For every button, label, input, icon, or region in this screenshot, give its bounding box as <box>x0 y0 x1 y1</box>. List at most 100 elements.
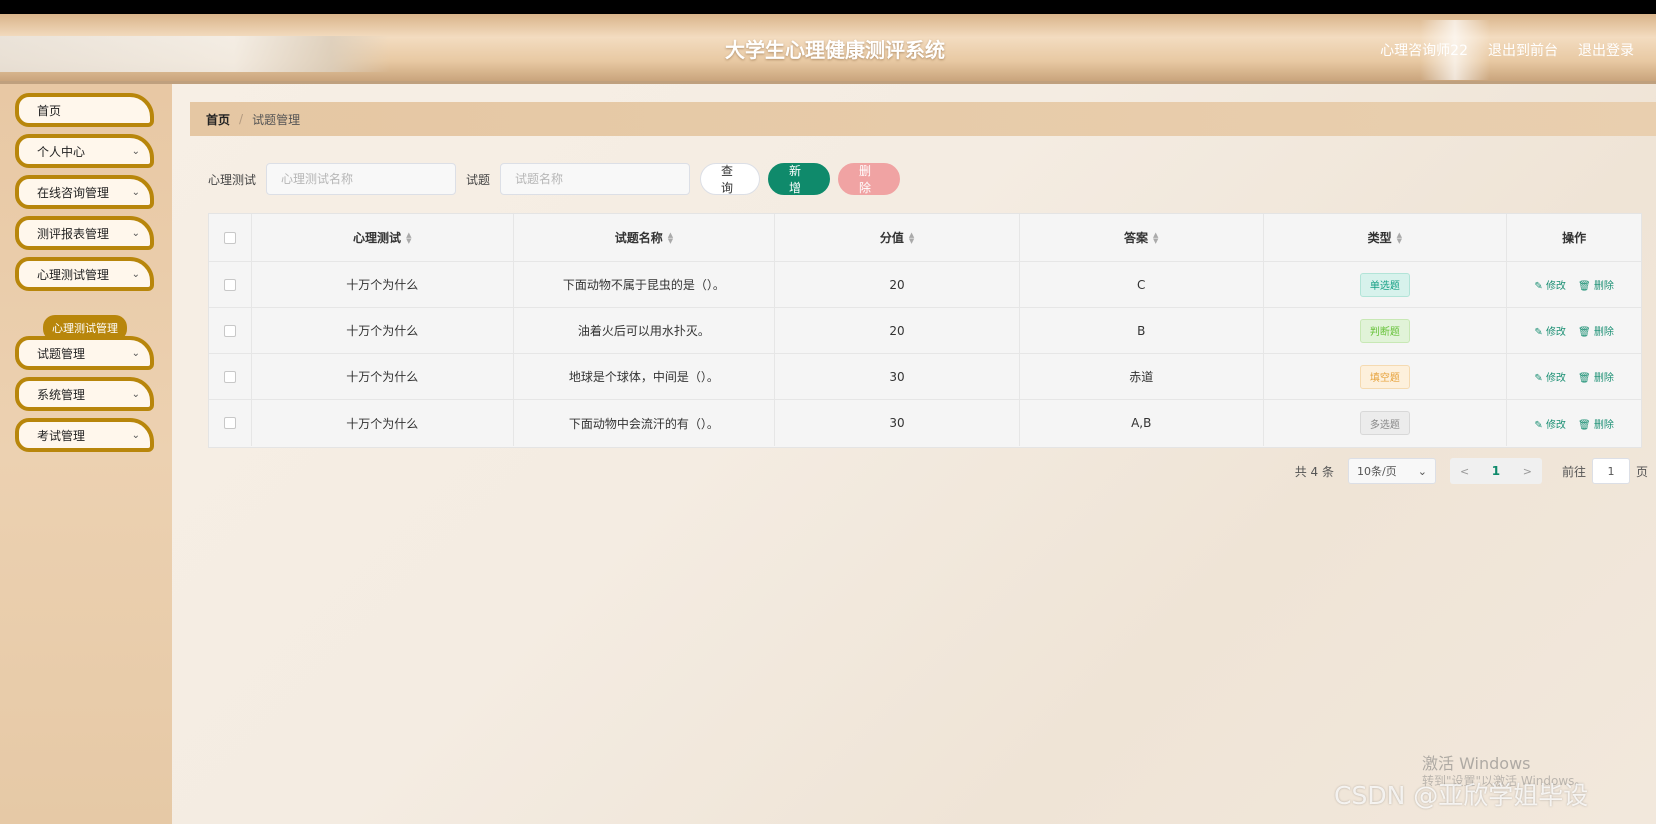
logout-link[interactable]: 退出登录 <box>1578 40 1634 60</box>
sort-icon[interactable]: ▲ ▼ <box>1153 231 1158 244</box>
edit-icon: ✎ <box>1534 327 1543 338</box>
goto-page-input[interactable]: 1 <box>1591 458 1630 484</box>
row-delete-button[interactable]: 🗑 删除 <box>1578 323 1614 338</box>
cell-question: 地球是个球体，中间是（）。 <box>514 354 776 399</box>
sidebar-item-exams[interactable]: 考试管理 ⌄ <box>15 418 154 452</box>
add-button[interactable]: 新增 <box>768 163 831 195</box>
main-content: 首页 / 试题管理 心理测试 试题 查询 新增 删除 心理测试▲▼ 试题名称▲▼… <box>172 84 1656 824</box>
query-button[interactable]: 查询 <box>700 163 761 195</box>
row-delete-button[interactable]: 🗑 删除 <box>1578 416 1614 431</box>
sidebar-item-home[interactable]: 首页 <box>15 93 154 127</box>
cell-test: 十万个为什么 <box>252 354 514 399</box>
row-delete-button[interactable]: 🗑 删除 <box>1578 277 1614 292</box>
column-header-test[interactable]: 心理测试 ▲ ▼ <box>252 214 514 261</box>
breadcrumb-current: 试题管理 <box>252 112 301 127</box>
window-top-bar <box>0 0 1656 14</box>
sidebar-item-profile[interactable]: 个人中心 ⌄ <box>15 134 154 168</box>
cell-score: 30 <box>775 400 1020 446</box>
chevron-down-icon: ⌄ <box>131 429 140 441</box>
sidebar-item-label: 测评报表管理 <box>37 226 110 241</box>
cell-answer: 赤道 <box>1020 354 1264 399</box>
cell-answer: C <box>1020 262 1264 307</box>
cell-question: 油着火后可以用水扑灭。 <box>514 308 776 353</box>
goto-label: 前往 <box>1561 464 1586 479</box>
row-delete-button[interactable]: 🗑 删除 <box>1578 369 1614 384</box>
select-all-checkbox[interactable] <box>223 231 236 244</box>
cell-test: 十万个为什么 <box>252 308 514 353</box>
sidebar-item-label: 系统管理 <box>37 387 86 402</box>
sidebar-item-label: 个人中心 <box>37 144 86 159</box>
next-page-icon[interactable]: > <box>1523 465 1532 478</box>
edit-icon: ✎ <box>1534 281 1543 292</box>
current-user: 心理咨询师22 <box>1380 43 1468 59</box>
sidebar-item-questions[interactable]: 试题管理 ⌄ <box>15 336 154 370</box>
column-header-type[interactable]: 类型 ▲ ▼ <box>1264 214 1508 261</box>
chevron-down-icon: ⌄ <box>131 388 140 400</box>
edit-button[interactable]: ✎ 修改 <box>1534 416 1566 431</box>
sidebar-item-psych-tests[interactable]: 心理测试管理 ⌄ <box>15 257 154 291</box>
chevron-down-icon: ⌄ <box>131 227 140 239</box>
pagination: 共 4 条 10条/页 ⌄ < 1 > 前往 1 页 <box>1295 458 1648 484</box>
sidebar-item-label: 心理测试管理 <box>37 267 110 282</box>
row-checkbox[interactable] <box>223 370 236 383</box>
app-header: 大学生心理健康测评系统 心理咨询师22 退出到前台 退出登录 <box>0 14 1656 84</box>
chevron-down-icon: ⌄ <box>131 347 140 359</box>
cell-question: 下面动物中会流汗的有（）。 <box>514 400 776 446</box>
edit-button[interactable]: ✎ 修改 <box>1534 277 1566 292</box>
row-checkbox[interactable] <box>223 417 236 429</box>
chevron-down-icon: ⌄ <box>131 186 140 198</box>
chevron-down-icon: ⌄ <box>131 145 140 157</box>
edit-icon: ✎ <box>1534 373 1543 384</box>
breadcrumb-separator: / <box>239 112 244 126</box>
delete-button[interactable]: 删除 <box>838 163 901 195</box>
exit-to-front-link[interactable]: 退出到前台 <box>1488 40 1558 60</box>
question-label: 试题 <box>466 172 491 187</box>
sort-icon[interactable]: ▲ ▼ <box>1397 231 1402 244</box>
sidebar-item-label: 首页 <box>37 103 62 118</box>
cell-question: 下面动物不属于昆虫的是（）。 <box>514 262 776 307</box>
cell-test: 十万个为什么 <box>252 262 514 307</box>
sidebar-item-label: 试题管理 <box>37 346 86 361</box>
cell-test: 十万个为什么 <box>252 400 514 446</box>
sidebar-item-label: 在线咨询管理 <box>37 185 110 200</box>
page-suffix: 页 <box>1635 464 1648 479</box>
current-page[interactable]: 1 <box>1492 464 1500 478</box>
column-header-question[interactable]: 试题名称 ▲ ▼ <box>514 214 776 261</box>
header-links: 心理咨询师22 退出到前台 退出登录 <box>1380 40 1634 60</box>
breadcrumb: 首页 / 试题管理 <box>190 102 1656 136</box>
edit-button[interactable]: ✎ 修改 <box>1534 369 1566 384</box>
column-header-answer[interactable]: 答案 ▲ ▼ <box>1020 214 1264 261</box>
row-checkbox[interactable] <box>223 324 236 337</box>
edit-icon: ✎ <box>1534 419 1543 431</box>
cell-score: 20 <box>775 262 1020 307</box>
sidebar: 首页 个人中心 ⌄ 在线咨询管理 ⌄ 测评报表管理 ⌄ 心理测试管理 ⌄ 心理测… <box>0 84 172 824</box>
table-header-row: 心理测试 ▲ ▼ 试题名称 ▲ ▼ 分值 ▲ ▼ 答案 ▲ ▼ 类型 ▲ ▼ 操作 <box>209 214 1641 262</box>
total-count: 共 4 条 <box>1294 464 1334 479</box>
sidebar-item-consultation[interactable]: 在线咨询管理 ⌄ <box>15 175 154 209</box>
row-checkbox[interactable] <box>223 278 236 291</box>
sidebar-item-system[interactable]: 系统管理 ⌄ <box>15 377 154 411</box>
column-header-score[interactable]: 分值 ▲ ▼ <box>775 214 1020 261</box>
table-row: 十万个为什么 下面动物中会流汗的有（）。 30 A,B 多选题 ✎ 修改 🗑 删… <box>209 400 1641 446</box>
chevron-up-icon: ⌄ <box>131 268 140 280</box>
test-name-input[interactable] <box>266 163 457 195</box>
page-size-select[interactable]: 10条/页 ⌄ <box>1347 458 1436 484</box>
sidebar-item-reports[interactable]: 测评报表管理 ⌄ <box>15 216 154 250</box>
edit-button[interactable]: ✎ 修改 <box>1534 323 1566 338</box>
type-tag: 单选题 <box>1359 272 1410 297</box>
sort-icon[interactable]: ▲ ▼ <box>668 231 673 244</box>
cell-score: 20 <box>775 308 1020 353</box>
prev-page-icon[interactable]: < <box>1460 465 1469 478</box>
chevron-down-icon: ⌄ <box>1417 464 1427 478</box>
breadcrumb-home[interactable]: 首页 <box>206 111 230 128</box>
csdn-watermark: CSDN @亚欣学姐毕设 <box>1334 781 1589 810</box>
type-tag: 判断题 <box>1359 318 1410 343</box>
question-name-input[interactable] <box>500 163 691 195</box>
type-tag: 多选题 <box>1359 411 1410 435</box>
sidebar-item-label: 考试管理 <box>37 428 86 443</box>
trash-icon: 🗑 <box>1577 281 1591 292</box>
sort-icon[interactable]: ▲ ▼ <box>406 231 411 244</box>
table-row: 十万个为什么 地球是个球体，中间是（）。 30 赤道 填空题 ✎ 修改 🗑 删除 <box>209 354 1641 400</box>
test-name-label: 心理测试 <box>208 172 257 187</box>
sort-icon[interactable]: ▲ ▼ <box>909 231 914 244</box>
